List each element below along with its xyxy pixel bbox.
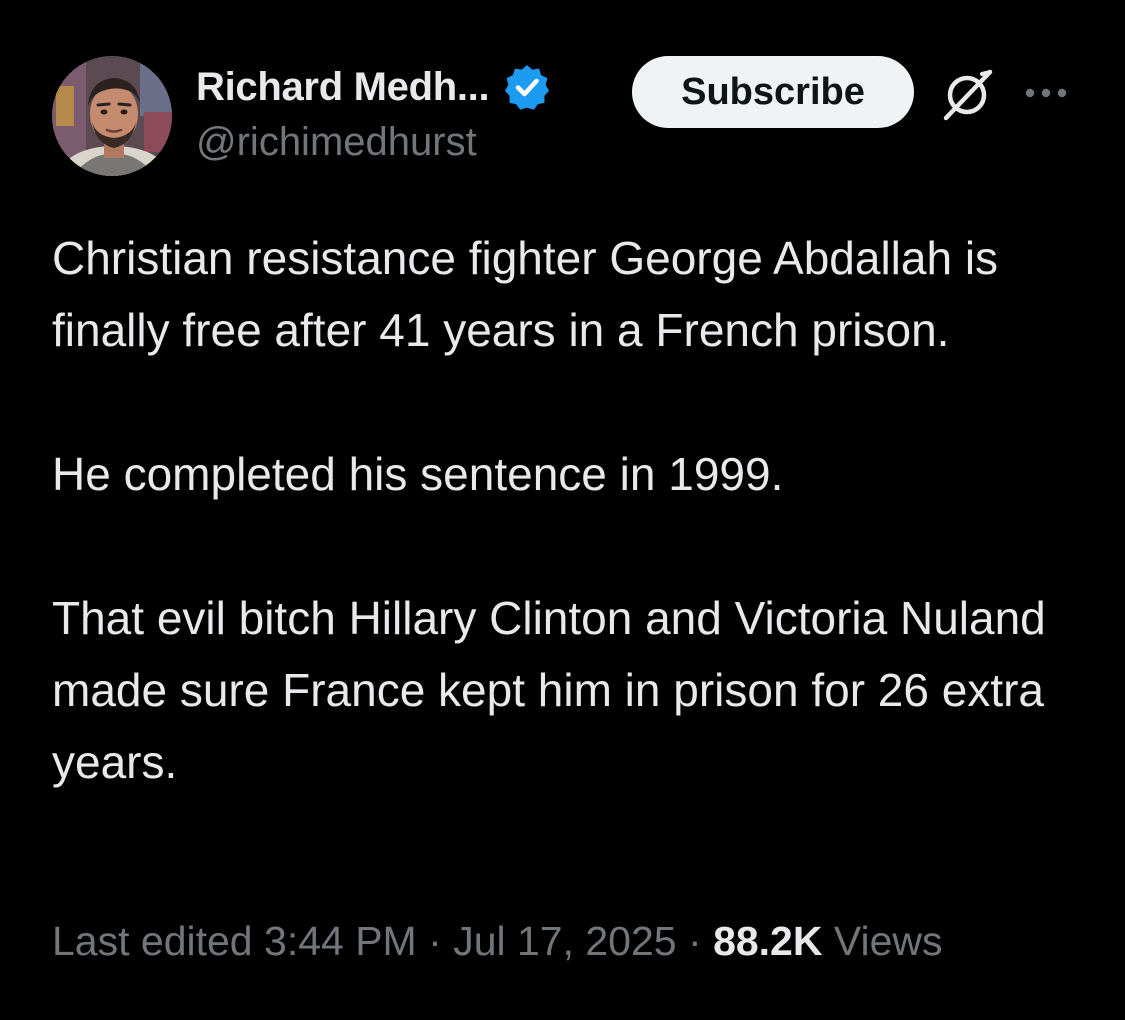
author-handle[interactable]: @richimedhurst (196, 120, 551, 165)
views-count[interactable]: 88.2K (713, 918, 822, 964)
verified-badge-icon[interactable] (503, 63, 551, 111)
name-row: Richard Medh... (196, 62, 551, 112)
tweet-meta: Last edited 3:44 PM · Jul 17, 2025 · 88.… (52, 918, 943, 965)
avatar-image (52, 56, 172, 176)
display-name[interactable]: Richard Medh... (196, 65, 490, 110)
edited-label[interactable]: Last edited (52, 918, 253, 964)
author-block: Richard Medh... @richimedhurst (196, 62, 551, 165)
subscribe-button[interactable]: Subscribe (632, 56, 914, 128)
grok-icon[interactable] (940, 66, 996, 122)
tweet-paragraph-1: Christian resistance fighter George Abda… (52, 232, 999, 356)
tweet-date[interactable]: Jul 17, 2025 (453, 918, 676, 964)
tweet-paragraph-3: That evil bitch Hillary Clinton and Vict… (52, 592, 1046, 788)
tweet-text: Christian resistance fighter George Abda… (52, 222, 1072, 798)
meta-separator: · (428, 918, 442, 964)
tweet: Richard Medh... @richimedhurst Subscribe… (0, 0, 1125, 1020)
tweet-paragraph-2: He completed his sentence in 1999. (52, 448, 784, 500)
more-options-icon[interactable] (1022, 76, 1070, 106)
tweet-time[interactable]: 3:44 PM (264, 918, 417, 964)
views-label: Views (833, 918, 943, 964)
meta-separator: · (688, 918, 702, 964)
avatar[interactable] (52, 56, 172, 176)
